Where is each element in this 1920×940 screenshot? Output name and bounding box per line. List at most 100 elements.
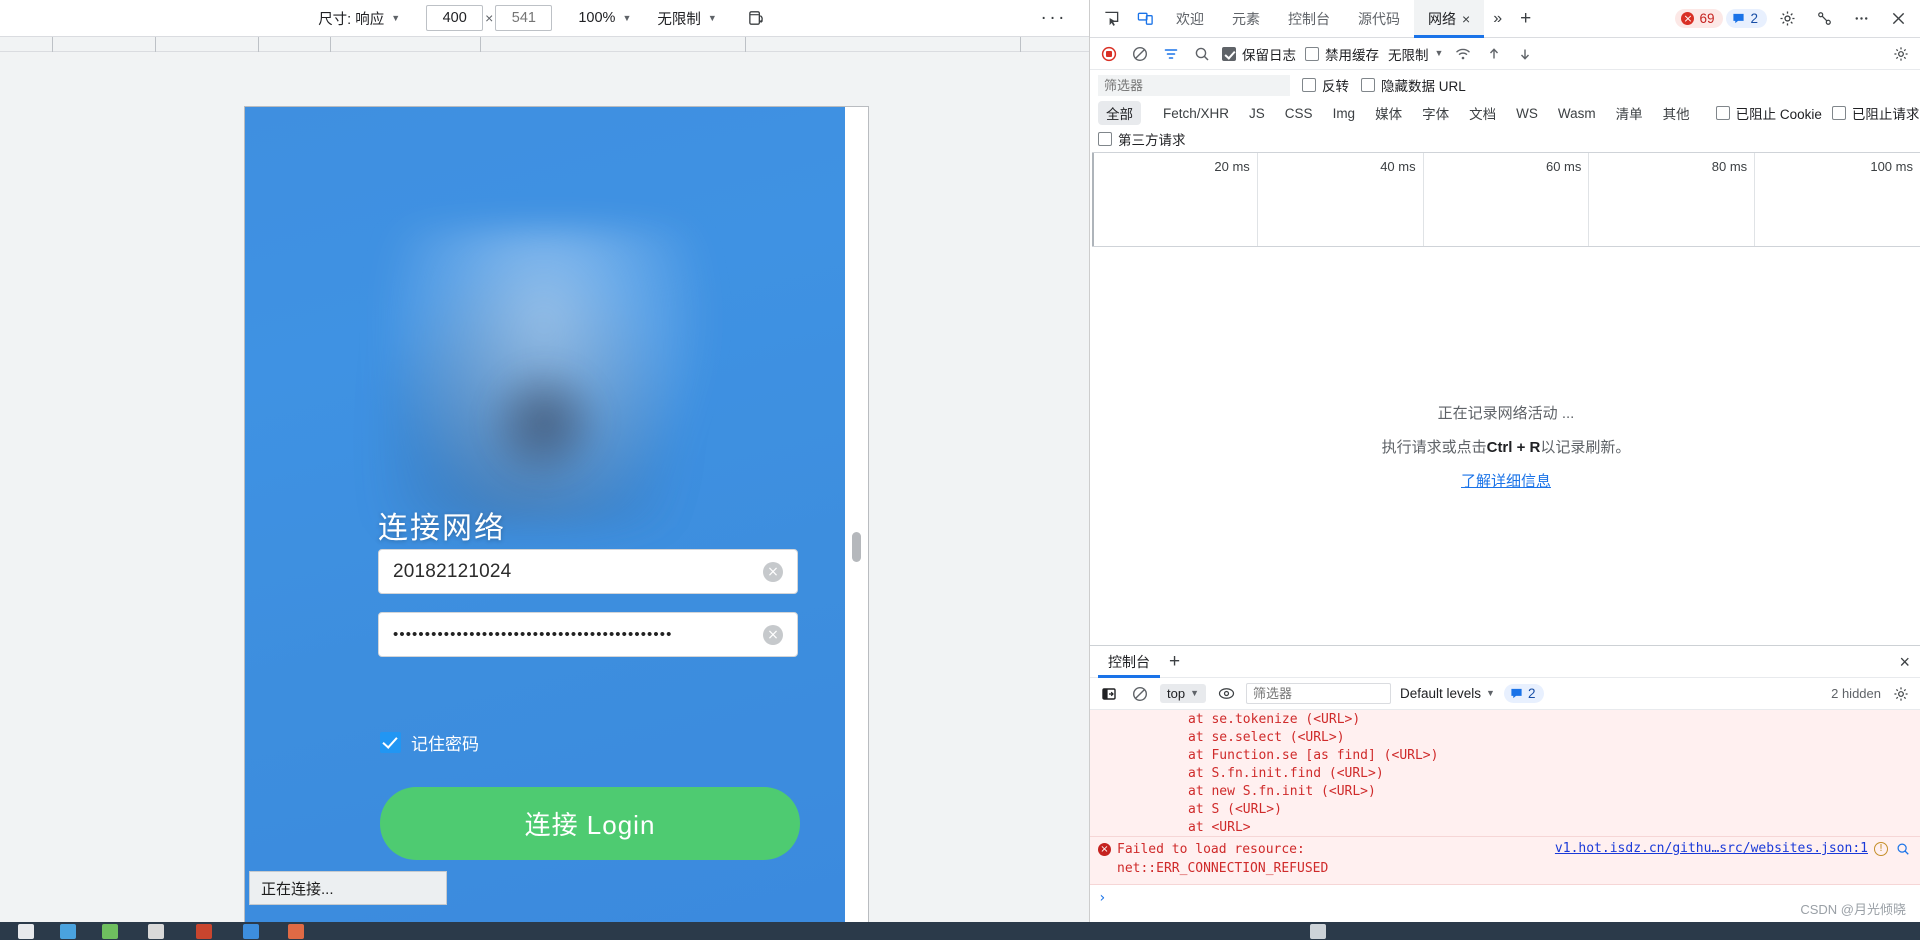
network-settings-icon[interactable] (1890, 37, 1912, 71)
close-drawer-icon[interactable]: × (1899, 653, 1910, 671)
remember-password-row[interactable]: 记住密码 (380, 730, 479, 755)
disable-cache-checkbox[interactable]: 禁用缓存 (1305, 44, 1379, 64)
type-filter-js[interactable]: JS (1241, 104, 1273, 123)
network-conditions-icon[interactable] (1452, 37, 1474, 71)
taskbar-item[interactable] (102, 924, 118, 939)
type-filter-css[interactable]: CSS (1277, 104, 1321, 123)
taskbar-item[interactable] (288, 924, 304, 939)
console-info-badge[interactable]: 2 (1503, 684, 1545, 703)
context-label: top (1167, 686, 1186, 701)
tab-sources[interactable]: 源代码 (1344, 0, 1414, 38)
clear-input-icon[interactable]: × (763, 561, 783, 582)
type-filter-other[interactable]: 其他 (1655, 101, 1698, 125)
password-field[interactable]: ••••••••••••••••••••••••••••••••••••••••… (378, 612, 798, 657)
network-filter-input[interactable] (1098, 74, 1290, 96)
invert-filter-checkbox[interactable]: 反转 (1302, 75, 1349, 95)
customize-devtools-icon[interactable] (1807, 2, 1841, 36)
error-source-link[interactable]: v1.hot.isdz.cn/githu…src/websites.json:1 (1555, 841, 1868, 856)
devtools-tabbar: 欢迎 元素 控制台 源代码 网络 × » + × 69 2 (1090, 0, 1920, 38)
taskbar-item[interactable] (18, 924, 34, 939)
blocked-requests-checkbox[interactable]: 已阻止请求 (1831, 103, 1919, 123)
rotate-device-icon[interactable] (743, 5, 771, 31)
clear-network-icon[interactable] (1129, 37, 1151, 71)
device-size-selector[interactable]: 尺寸: 响应 ▼ (318, 8, 400, 29)
console-input-prompt[interactable]: › (1090, 885, 1920, 911)
type-filter-all[interactable]: 全部 (1098, 101, 1141, 125)
device-toolbar-more-icon[interactable]: ··· (1041, 9, 1067, 28)
tab-elements[interactable]: 元素 (1218, 0, 1274, 38)
chevron-down-icon: ▼ (391, 12, 401, 23)
console-message-list[interactable]: at se.tokenize (<URL>) at se.select (<UR… (1090, 710, 1920, 940)
learn-more-link[interactable]: 了解详细信息 (1461, 470, 1551, 491)
add-tab-icon[interactable]: + (1511, 8, 1540, 30)
gear-icon[interactable] (1770, 2, 1804, 36)
import-har-icon[interactable] (1483, 37, 1505, 71)
filter-icon[interactable] (1160, 37, 1182, 71)
console-sidebar-icon[interactable] (1098, 677, 1120, 711)
type-filter-img[interactable]: Img (1325, 104, 1364, 123)
tab-network[interactable]: 网络 × (1414, 0, 1485, 38)
blocked-cookies-checkbox[interactable]: 已阻止 Cookie (1715, 103, 1822, 123)
info-count-badge[interactable]: 2 (1726, 9, 1767, 28)
type-filter-font[interactable]: 字体 (1414, 101, 1457, 125)
viewport-height-input[interactable] (495, 5, 553, 31)
record-stop-icon[interactable] (1098, 37, 1120, 71)
drawer-tab-console[interactable]: 控制台 (1098, 646, 1160, 678)
more-tabs-icon[interactable]: » (1484, 10, 1511, 28)
taskbar-item[interactable] (60, 924, 76, 939)
type-filter-ws[interactable]: WS (1508, 104, 1546, 123)
chevron-down-icon: ▼ (1190, 688, 1199, 698)
clear-input-icon[interactable]: × (763, 624, 783, 645)
network-throttle-selector[interactable]: 无限制 ▼ (657, 8, 716, 29)
network-throttle-dropdown[interactable]: 无限制 ▼ (1388, 44, 1443, 64)
preserve-log-checkbox[interactable]: 保留日志 (1222, 44, 1296, 64)
tab-console[interactable]: 控制台 (1274, 0, 1344, 38)
login-button[interactable]: 连接 Login (380, 787, 800, 860)
network-timeline-overview[interactable]: 20 ms 40 ms 60 ms 80 ms 100 ms (1092, 152, 1920, 247)
type-filter-manifest[interactable]: 清单 (1608, 101, 1651, 125)
third-party-checkbox[interactable]: 第三方请求 (1098, 129, 1186, 149)
third-party-row: 第三方请求 (1090, 126, 1920, 152)
more-vertical-icon[interactable] (1844, 2, 1878, 36)
stack-line: at new S.fn.init (<URL>) (1188, 783, 1376, 799)
close-devtools-icon[interactable] (1881, 2, 1915, 36)
inspect-element-icon[interactable] (1094, 2, 1128, 36)
hide-data-urls-label: 隐藏数据 URL (1381, 79, 1466, 94)
device-toolbar-icon[interactable] (1128, 2, 1162, 36)
zoom-selector[interactable]: 100% ▼ (578, 10, 631, 26)
taskbar-item[interactable] (148, 924, 164, 939)
username-field[interactable]: 20182121024 × (378, 549, 798, 594)
hide-data-urls-checkbox[interactable]: 隐藏数据 URL (1361, 75, 1466, 95)
console-error-row[interactable]: × Failed to load resource: net::ERR_CONN… (1090, 836, 1920, 885)
type-filter-wasm[interactable]: Wasm (1550, 104, 1604, 123)
issue-info-icon[interactable]: ! (1874, 842, 1888, 856)
timeline-tick-label: 60 ms (1545, 159, 1582, 174)
live-expression-icon[interactable] (1215, 677, 1237, 711)
console-levels-dropdown[interactable]: Default levels ▼ (1400, 686, 1495, 701)
taskbar-item[interactable] (196, 924, 212, 939)
type-filter-doc[interactable]: 文档 (1461, 101, 1504, 125)
execution-context-selector[interactable]: top ▼ (1160, 684, 1206, 703)
remember-password-checkbox[interactable] (380, 732, 401, 753)
checkbox-box (1305, 46, 1319, 61)
clear-console-icon[interactable] (1129, 677, 1151, 711)
inspect-issue-icon[interactable] (1894, 841, 1912, 857)
page-scrollbar-thumb[interactable] (852, 532, 861, 562)
type-filter-media[interactable]: 媒体 (1367, 101, 1410, 125)
login-form: 连接网络 20182121024 × •••••••••••••••••••••… (245, 107, 845, 923)
viewport-width-input[interactable] (426, 5, 484, 31)
type-filter-fetchxhr[interactable]: Fetch/XHR (1155, 104, 1237, 123)
console-filter-input[interactable] (1246, 683, 1391, 704)
taskbar-item[interactable] (1310, 924, 1326, 939)
viewport-ruler (0, 36, 1089, 53)
tab-welcome[interactable]: 欢迎 (1162, 0, 1218, 38)
close-icon[interactable]: × (1462, 11, 1470, 27)
error-message: Failed to load resource: net::ERR_CONNEC… (1117, 841, 1549, 879)
search-icon[interactable] (1191, 37, 1213, 71)
export-har-icon[interactable] (1514, 37, 1536, 71)
stack-line: at se.tokenize (<URL>) (1188, 711, 1361, 727)
error-count-badge[interactable]: × 69 (1675, 9, 1724, 28)
taskbar-item[interactable] (243, 924, 259, 939)
console-settings-icon[interactable] (1890, 677, 1912, 711)
add-drawer-tab-icon[interactable]: + (1160, 651, 1189, 673)
